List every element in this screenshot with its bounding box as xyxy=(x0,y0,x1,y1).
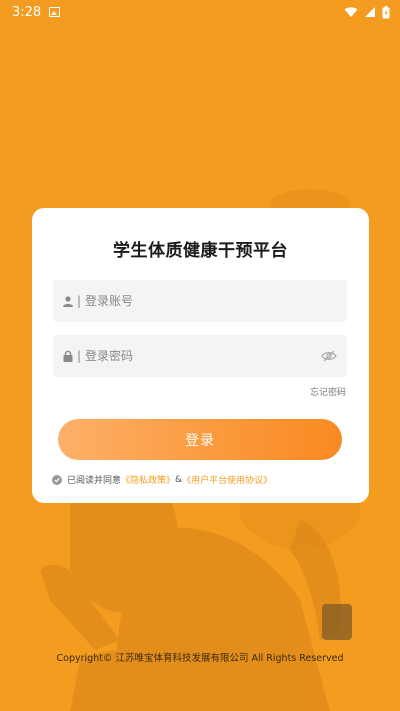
battery-icon xyxy=(382,5,390,18)
user-agreement-link[interactable]: 《用户平台使用协议》 xyxy=(182,473,272,486)
login-button[interactable]: 登录 xyxy=(58,419,342,460)
field-separator: | xyxy=(77,294,82,308)
status-bar: 3:28 xyxy=(0,0,400,24)
agreement-prefix: 已阅读并同意 xyxy=(67,476,122,486)
image-icon xyxy=(49,7,61,17)
status-time: 3:28 xyxy=(12,4,42,20)
password-input[interactable] xyxy=(85,349,306,363)
agreement-row: 已阅读并同意 《隐私政策》 & 《用户平台使用协议》 xyxy=(52,473,272,486)
account-field[interactable]: | xyxy=(53,280,347,322)
page-title: 学生体质健康干预平台 xyxy=(113,241,288,261)
check-circle-icon[interactable] xyxy=(52,474,62,485)
signal-icon xyxy=(365,7,375,17)
agreement-amp: & xyxy=(175,474,183,485)
eye-off-icon[interactable] xyxy=(321,348,337,364)
forgot-password-link[interactable]: 忘记密码 xyxy=(310,385,346,398)
lock-icon xyxy=(62,350,74,362)
login-card: 学生体质健康干预平台 | | 忘记密码 登录 xyxy=(32,208,369,503)
wifi-icon xyxy=(344,7,358,17)
user-icon xyxy=(62,295,74,307)
account-input[interactable] xyxy=(85,294,306,308)
field-separator: | xyxy=(77,349,82,363)
privacy-policy-link[interactable]: 《隐私政策》 xyxy=(121,473,175,486)
password-field[interactable]: | xyxy=(53,335,347,377)
copyright-footer: Copyright© 江苏唯宝体育科技发展有限公司 All Rights Res… xyxy=(56,653,344,664)
